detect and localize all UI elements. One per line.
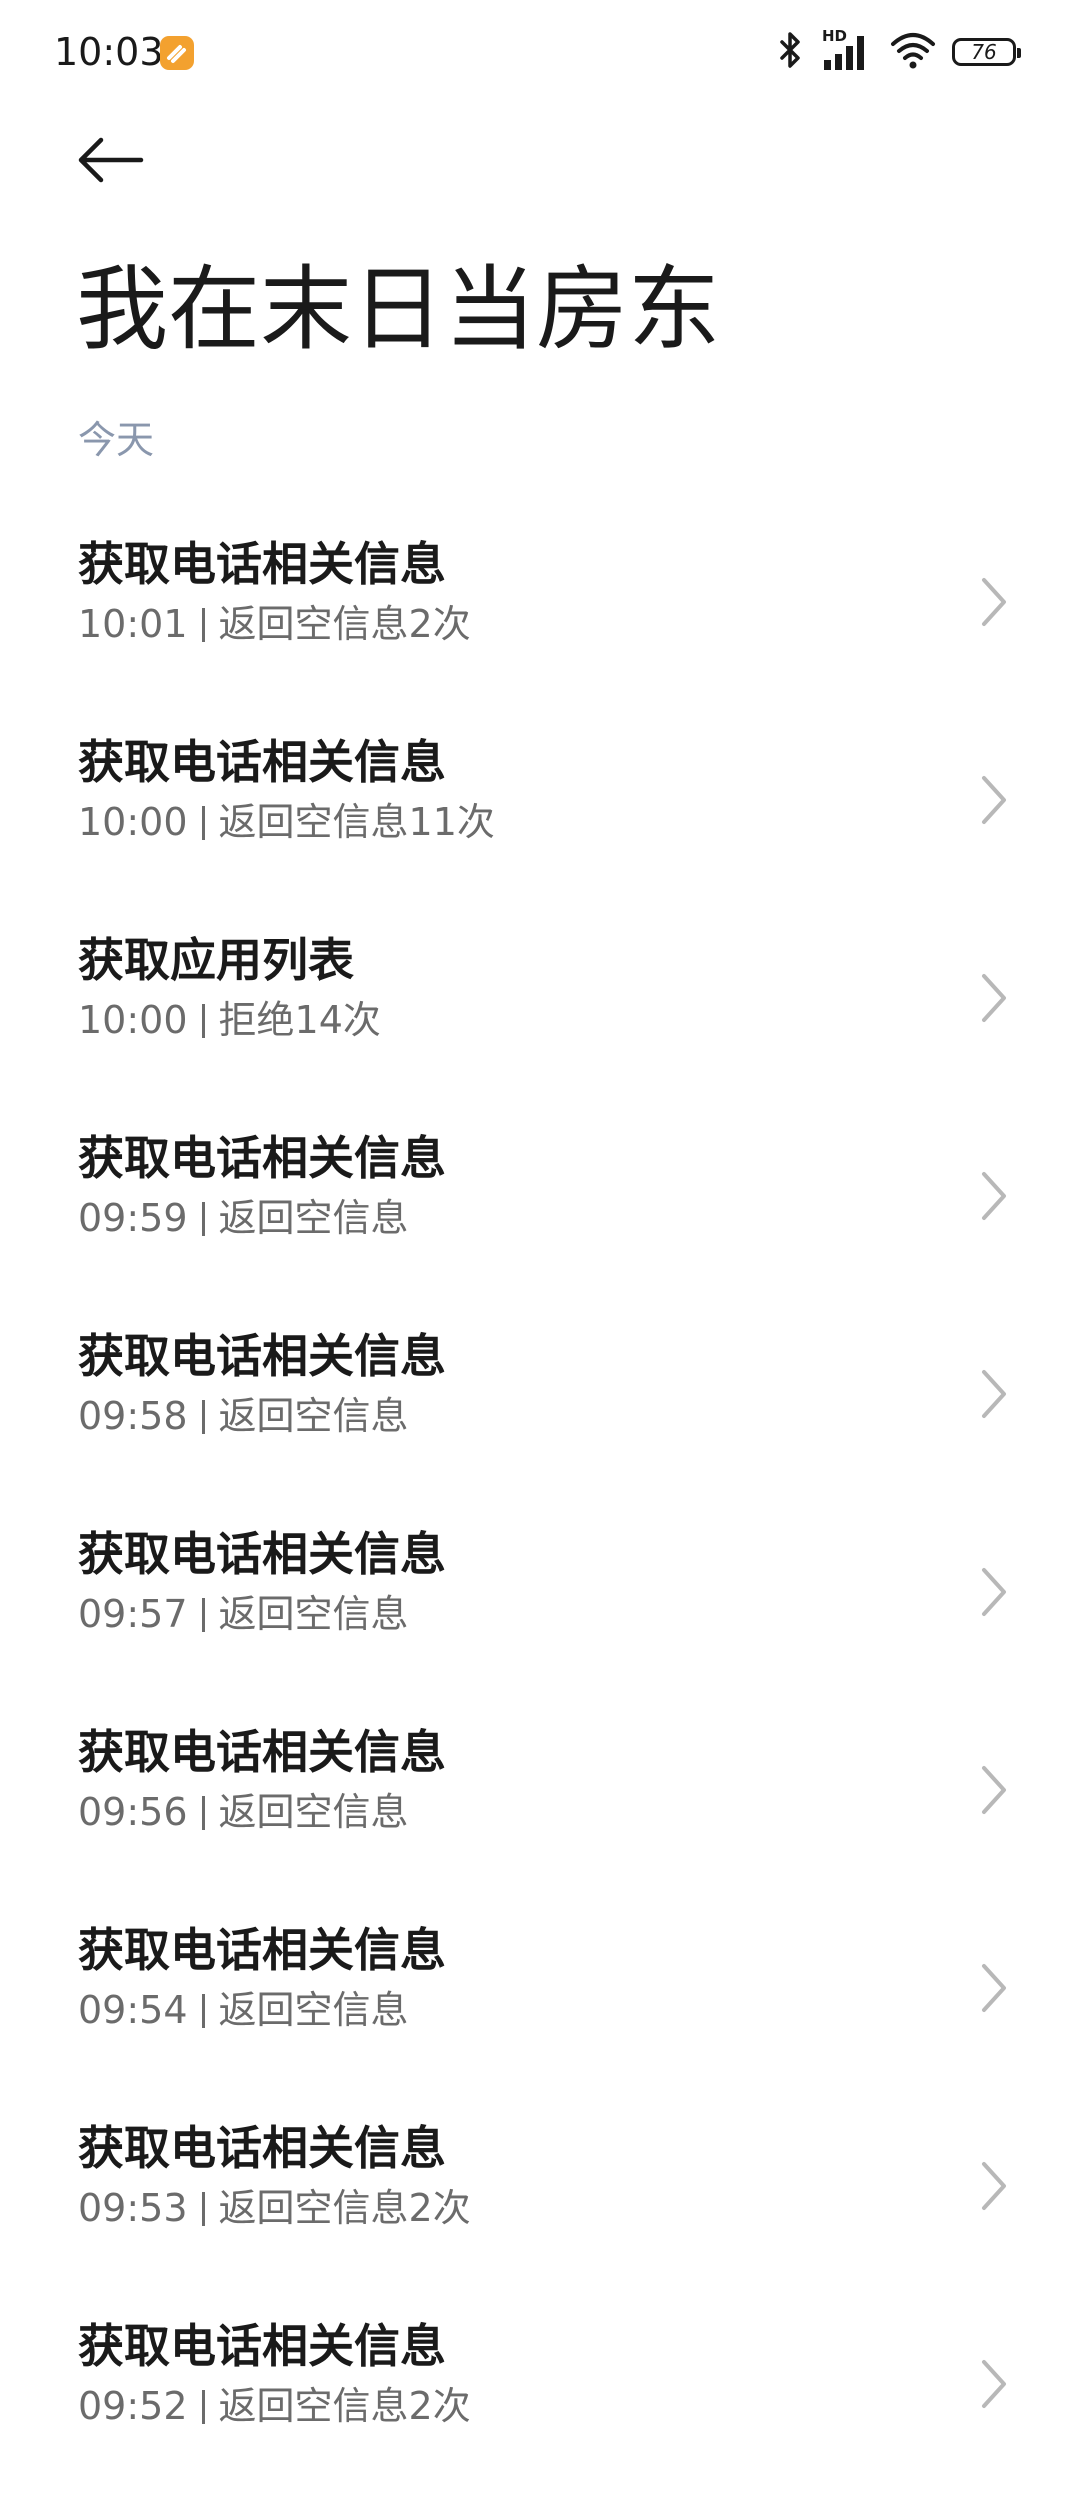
chevron-right-icon [982,2162,1006,2210]
item-subtitle: 10:01 返回空信息2次 [78,596,471,652]
item-title: 获取电话相关信息 [78,2121,446,2175]
chevron-right-icon [982,1568,1006,1616]
item-subtitle: 09:59 返回空信息 [78,1190,409,1246]
item-title: 获取应用列表 [78,933,354,987]
separator [201,1004,205,1038]
item-title: 获取电话相关信息 [78,1527,446,1581]
status-bar: 10:03 HD 76 [0,0,1080,104]
item-title: 获取电话相关信息 [78,2319,446,2373]
status-icons: HD 76 [776,28,1021,76]
chevron-right-icon [982,578,1006,626]
list-item[interactable]: 获取电话相关信息 09:57 返回空信息 [0,1510,1080,1708]
separator [201,806,205,840]
battery-level: 76 [971,40,997,64]
notification-app-icon [160,36,194,70]
item-subtitle: 09:53 返回空信息2次 [78,2180,471,2236]
chevron-right-icon [982,1766,1006,1814]
item-detail: 返回空信息 [218,1394,409,1438]
permission-record-list: 获取电话相关信息 10:01 返回空信息2次 获取电话相关信息 10:00 返回空信… [0,520,1080,2500]
item-title: 获取电话相关信息 [78,1329,446,1383]
chevron-right-icon [982,974,1006,1022]
item-time: 09:57 [78,1592,188,1636]
item-subtitle: 09:56 返回空信息 [78,1784,409,1840]
item-detail: 返回空信息 [218,1988,409,2032]
separator [201,1598,205,1632]
item-time: 10:01 [78,602,188,646]
list-item[interactable]: 获取电话相关信息 10:00 返回空信息11次 [0,718,1080,916]
bluetooth-icon [776,30,806,74]
item-detail: 拒绝14次 [218,998,381,1042]
item-subtitle: 09:58 返回空信息 [78,1388,409,1444]
back-button[interactable] [70,120,150,200]
list-item[interactable]: 获取电话相关信息 09:59 返回空信息 [0,1114,1080,1312]
item-subtitle: 10:00 拒绝14次 [78,992,381,1048]
item-title: 获取电话相关信息 [78,735,446,789]
chevron-right-icon [982,1172,1006,1220]
item-title: 获取电话相关信息 [78,1131,446,1185]
separator [201,1994,205,2028]
chevron-right-icon [982,2360,1006,2408]
item-detail: 返回空信息11次 [218,800,495,844]
item-time: 10:00 [78,998,188,1042]
item-time: 09:59 [78,1196,188,1240]
separator [201,1202,205,1236]
list-item[interactable]: 获取电话相关信息 10:01 返回空信息2次 [0,520,1080,718]
item-detail: 返回空信息 [218,1790,409,1834]
item-title: 获取电话相关信息 [78,1923,446,1977]
item-time: 09:52 [78,2384,188,2428]
chevron-right-icon [982,776,1006,824]
chevron-right-icon [982,1964,1006,2012]
item-detail: 返回空信息2次 [218,2186,471,2230]
item-title: 获取电话相关信息 [78,1725,446,1779]
item-detail: 返回空信息 [218,1196,409,1240]
list-item[interactable]: 获取电话相关信息 09:54 返回空信息 [0,1906,1080,2104]
separator [201,1400,205,1434]
item-subtitle: 09:54 返回空信息 [78,1982,409,2038]
item-subtitle: 09:52 返回空信息2次 [78,2378,471,2434]
battery-icon: 76 [952,38,1021,66]
separator [201,608,205,642]
item-detail: 返回空信息2次 [218,602,471,646]
status-time: 10:03 [54,30,164,74]
cellular-signal-icon: HD [822,28,874,72]
item-time: 09:54 [78,1988,188,2032]
separator [201,1796,205,1830]
item-subtitle: 09:57 返回空信息 [78,1586,409,1642]
page-title: 我在末日当房东 [76,256,721,363]
section-header-today: 今天 [78,418,155,462]
separator [201,2192,205,2226]
arrow-left-icon [78,137,144,183]
item-subtitle: 10:00 返回空信息11次 [78,794,495,850]
item-time: 10:00 [78,800,188,844]
item-time: 09:53 [78,2186,188,2230]
list-item[interactable]: 获取电话相关信息 09:56 返回空信息 [0,1708,1080,1906]
chevron-right-icon [982,1370,1006,1418]
item-detail: 返回空信息 [218,1592,409,1636]
list-item[interactable]: 获取电话相关信息 09:58 返回空信息 [0,1312,1080,1510]
wifi-icon [890,30,936,74]
item-title: 获取电话相关信息 [78,537,446,591]
list-item[interactable]: 获取应用列表 10:00 拒绝14次 [0,916,1080,1114]
list-item[interactable]: 获取电话相关信息 09:52 返回空信息2次 [0,2302,1080,2500]
list-item[interactable]: 获取电话相关信息 09:53 返回空信息2次 [0,2104,1080,2302]
separator [201,2390,205,2424]
item-time: 09:56 [78,1790,188,1834]
item-time: 09:58 [78,1394,188,1438]
item-detail: 返回空信息2次 [218,2384,471,2428]
